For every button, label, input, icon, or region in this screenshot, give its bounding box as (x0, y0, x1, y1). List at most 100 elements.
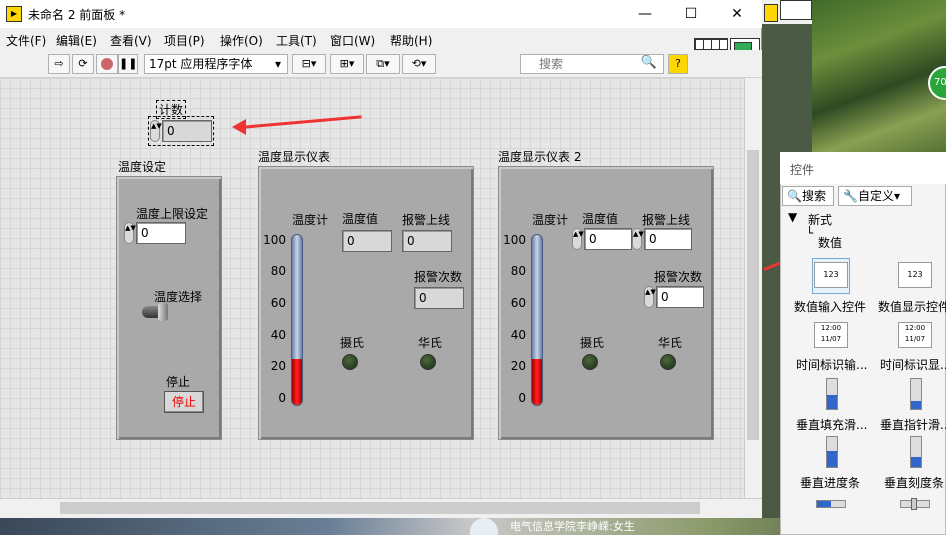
vertical-scroll-thumb[interactable] (747, 150, 759, 440)
timestamp-indicator-icon[interactable]: 12:00 11/07 (898, 322, 932, 348)
gauge2-title: 温度显示仪表 2 (498, 150, 582, 164)
gauge1-thermometer-fill (292, 359, 302, 405)
palette-item-vertical-fill-slide[interactable]: 垂直填充滑... (796, 416, 867, 433)
stop-label: 停止 (166, 375, 191, 389)
annotation-arrowhead-icon (232, 119, 246, 135)
counter-increment-icon[interactable]: ▲▼ (150, 120, 162, 142)
counter-value: 0 (162, 120, 212, 142)
search-icon: 🔍 (787, 189, 802, 203)
search-box[interactable]: 🔍 (520, 54, 664, 74)
gauge1-fahrenheit-led-icon[interactable] (420, 354, 436, 370)
gauge1-alarm-label: 报警上线 (402, 213, 451, 227)
vertical-progress-bar-icon[interactable] (826, 436, 838, 468)
search-input[interactable] (539, 56, 639, 72)
menu-edit[interactable]: 编辑(E) (56, 32, 97, 49)
gauge1-celsius-label: 摄氏 (340, 336, 365, 350)
abort-icon[interactable] (96, 54, 118, 74)
gauge2-celsius-led-icon[interactable] (582, 354, 598, 370)
pause-icon[interactable]: ❚❚ (118, 54, 138, 74)
help-icon[interactable] (764, 4, 778, 22)
search-icon[interactable]: 🔍 (641, 55, 657, 70)
close-button[interactable]: ✕ (714, 0, 760, 28)
palette-item-vertical-progress-bar[interactable]: 垂直进度条 (800, 474, 860, 491)
distribute-objects-icon[interactable]: ⊞▾ (330, 54, 364, 74)
resize-objects-icon[interactable]: ⧉▾ (366, 54, 400, 74)
horizontal-pointer-slide-icon[interactable] (900, 498, 930, 510)
menu-help[interactable]: 帮助(H) (390, 32, 432, 49)
timestamp-control-icon[interactable]: 12:00 11/07 (814, 322, 848, 348)
vertical-fill-slide-icon[interactable] (826, 378, 838, 410)
gauge1-value: 0 (342, 230, 392, 252)
vertical-pointer-slide-icon[interactable] (910, 378, 922, 410)
palette-item-vertical-pointer-slide[interactable]: 垂直指针滑... (880, 416, 946, 433)
gauge2-alarm-value[interactable]: 0 (644, 228, 692, 250)
stop-button[interactable]: 停止 (164, 391, 204, 413)
gauge1-fahrenheit-label: 华氏 (418, 336, 443, 350)
minimize-button[interactable]: — (622, 0, 668, 28)
tree-branch-icon: └ (806, 226, 814, 240)
vertical-graduated-bar-icon[interactable] (910, 436, 922, 468)
menu-view[interactable]: 查看(V) (110, 32, 152, 49)
gauge2-count-value[interactable]: 0 (656, 286, 704, 308)
menu-tools[interactable]: 工具(T) (276, 32, 317, 49)
wrench-icon: 🔧 (843, 189, 858, 203)
palette-item-numeric-indicator[interactable]: 数值显示控件 (878, 298, 946, 315)
reorder-icon[interactable]: ⟲▾ (402, 54, 436, 74)
tree-expand-icon[interactable]: ▼ (788, 210, 797, 224)
gauge1-tick: 40 (270, 328, 286, 342)
palette-customize-label: 自定义▾ (857, 189, 900, 203)
gauge2-count-spin-icon[interactable]: ▲▼ (644, 286, 656, 308)
gauge2-thermo-label: 温度计 (532, 213, 569, 227)
gauge2-celsius-label: 摄氏 (580, 336, 605, 350)
palette-item-timestamp-control[interactable]: 时间标识输... (796, 356, 867, 373)
gauge2-thermometer-fill (532, 359, 542, 405)
gauge2-tick: 0 (518, 391, 526, 405)
gauge1-celsius-led-icon[interactable] (342, 354, 358, 370)
palette-customize-button[interactable]: 🔧自定义▾ (838, 186, 912, 206)
gauge2-fahrenheit-label: 华氏 (658, 336, 683, 350)
palette-item-timestamp-indicator[interactable]: 时间标识显... (880, 356, 946, 373)
vi-thumbnail-icon[interactable] (780, 0, 812, 20)
font-select-value: 17pt 应用程序字体 (149, 57, 253, 71)
window-title: 未命名 2 前面板 * (28, 8, 126, 22)
gauge2-alarm-spin-icon[interactable]: ▲▼ (632, 228, 644, 250)
palette-item-numeric-control[interactable]: 数值输入控件 (794, 298, 866, 315)
gauge2-value-spin-icon[interactable]: ▲▼ (572, 228, 584, 250)
gauge2-tick: 40 (510, 328, 526, 342)
gauge1-tick: 20 (270, 359, 286, 373)
gauge2-value[interactable]: 0 (584, 228, 632, 250)
context-help-button[interactable]: ? (668, 54, 688, 74)
font-select[interactable]: 17pt 应用程序字体 ▾ (144, 54, 288, 74)
desktop-background-image (812, 0, 946, 160)
palette-search-label: 搜索 (801, 189, 826, 203)
gauge1-value-label: 温度值 (342, 212, 379, 226)
tree-child-item[interactable]: 数值 (818, 234, 842, 251)
gauge1-tick: 80 (270, 264, 286, 278)
gauge1-tick: 60 (270, 296, 286, 310)
menu-window[interactable]: 窗口(W) (330, 32, 375, 49)
toggle-lever-icon[interactable] (158, 303, 168, 321)
upper-limit-input[interactable]: 0 (136, 222, 186, 244)
palette-title: 控件 (790, 163, 815, 177)
run-continuous-icon[interactable]: ⟳ (72, 54, 94, 74)
menu-operate[interactable]: 操作(O) (220, 32, 263, 49)
horizontal-fill-slide-icon[interactable] (816, 500, 846, 508)
menu-file[interactable]: 文件(F) (6, 32, 46, 49)
gauge2-fahrenheit-led-icon[interactable] (660, 354, 676, 370)
menu-project[interactable]: 项目(P) (164, 32, 205, 49)
gauge2-tick: 60 (510, 296, 526, 310)
palette-search-button[interactable]: 🔍搜索 (782, 186, 834, 206)
chevron-down-icon: ▾ (274, 57, 281, 71)
maximize-button[interactable]: ☐ (668, 0, 714, 28)
upper-limit-spin-icon[interactable]: ▲▼ (124, 222, 136, 244)
horizontal-scroll-thumb[interactable] (60, 502, 700, 514)
run-arrow-icon[interactable]: ⇨ (48, 54, 70, 74)
palette-item-vertical-graduated-bar[interactable]: 垂直刻度条 (884, 474, 944, 491)
numeric-indicator-icon[interactable]: 123 (898, 262, 932, 288)
gauge1-alarm-value: 0 (402, 230, 452, 252)
gauge2-tick: 80 (510, 264, 526, 278)
temp-setting-title: 温度设定 (118, 160, 167, 174)
numeric-control-icon[interactable]: 123 (814, 262, 848, 288)
align-objects-icon[interactable]: ⊟▾ (292, 54, 326, 74)
gauge2-tick: 100 (503, 233, 526, 247)
